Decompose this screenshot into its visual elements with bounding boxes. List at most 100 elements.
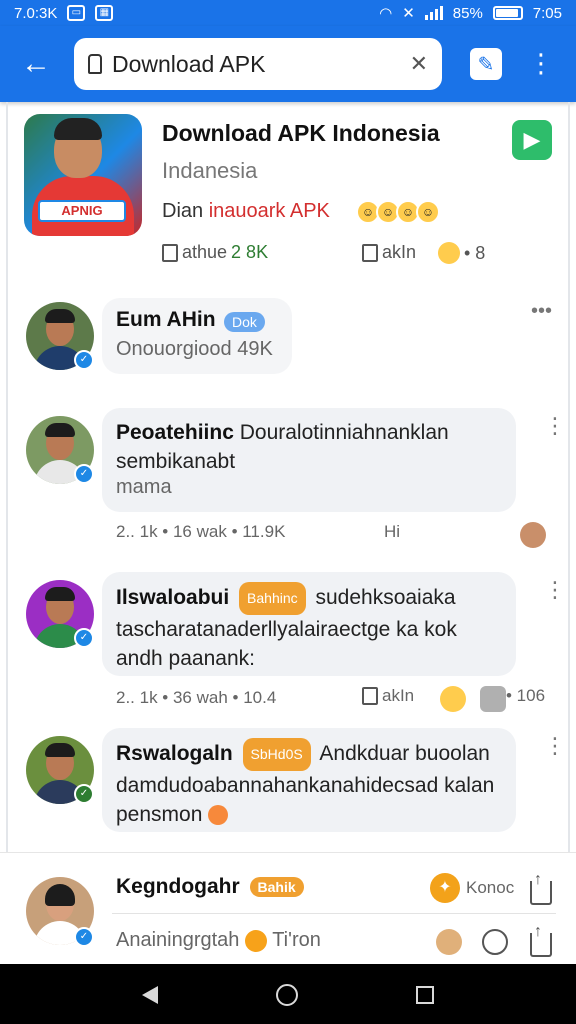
comment-meta-mid: Hi [384, 522, 401, 541]
stats-row: athue 2 8K akIn • 8 [162, 242, 552, 272]
status-left-text: 7.0:3K [14, 4, 58, 22]
comment-bubble[interactable]: Rswalogaln SbHd0S Andkduar buoolan damdu… [102, 728, 516, 832]
comment-bubble[interactable]: Eum AHin Dok Onouorgiood 49K [102, 298, 292, 374]
puzzle-icon[interactable] [482, 929, 508, 955]
back-arrow-icon[interactable]: ← [18, 48, 54, 84]
composer-name-row: Kegndogahr Bahik [116, 875, 308, 899]
verified-icon: ✓ [74, 628, 94, 648]
ask-icon [362, 687, 378, 705]
emoji-face-icon [245, 929, 267, 952]
comment-badge: Bahhinc [239, 582, 306, 615]
nav-recents-icon[interactable] [416, 986, 434, 1004]
comment-author[interactable]: Peoatehiinc [116, 421, 234, 444]
comment-text-extra: mama [116, 476, 172, 498]
status-left: 7.0:3K ▭ ▦ [14, 4, 114, 22]
more-vert-icon[interactable]: ⋮ [544, 735, 566, 757]
app-title: Download APK Indonesia [162, 120, 440, 146]
share-icon[interactable] [530, 871, 552, 905]
sticker-icon[interactable] [436, 929, 462, 955]
reaction-emojis[interactable]: ☺ ☺ ☺ ☺ [356, 200, 440, 224]
extra-stat[interactable]: • 8 [438, 242, 485, 264]
app-header: APNIG Download APK Indonesia Indanesia D… [0, 102, 576, 282]
comment-author[interactable]: Eum AHin [116, 308, 216, 331]
status-bar: 7.0:3K ▭ ▦ ◠ ✕ 85% 7:05 [0, 0, 576, 26]
more-vert-icon[interactable]: ⋮ [544, 415, 566, 437]
more-vert-icon[interactable]: ⋮ [528, 46, 554, 82]
search-box[interactable]: Download APK ✕ [74, 38, 442, 90]
app-icon[interactable]: APNIG [24, 114, 142, 236]
avatar-hair [45, 587, 75, 601]
composer-input[interactable]: Anainingrgtah Ti'ron [116, 929, 321, 952]
developer-name: inauoark APK [208, 200, 330, 222]
app-subtitle: Indanesia [162, 158, 258, 183]
app-icon-label: APNIG [38, 200, 126, 222]
comment-text: sembikanabt [116, 450, 236, 473]
divider [112, 913, 556, 914]
avatar-hair [45, 309, 75, 323]
comment-ask-label: akIn [382, 686, 415, 705]
like-button[interactable]: ✦ Konoc [430, 873, 514, 903]
emoji-face-icon [208, 805, 229, 826]
comment-author[interactable]: Ilswaloabui [116, 586, 229, 609]
comment-text-inline: sudehksoaiaka [315, 586, 456, 610]
comment-text-inline: Andkduar buoolan [319, 742, 490, 766]
app-developer[interactable]: Dian inauoark APK [162, 200, 330, 223]
comment-badge: SbHd0S [242, 738, 311, 771]
comment-meta: 2.. 1k • 36 wah • 10.4 [116, 688, 277, 707]
share-icon [162, 243, 178, 262]
clear-icon[interactable]: ✕ [410, 51, 428, 77]
comment-text: damdudoabannahankanahidecsad kalan [116, 774, 495, 797]
status-right: ◠ ✕ 85% 7:05 [379, 4, 562, 23]
clock: 7:05 [532, 4, 562, 22]
battery-icon [492, 6, 523, 20]
comment-item: ✓ Peoatehiinc Douraloti­nniahnanklan sem… [0, 408, 576, 558]
ask-stat-label: akIn [382, 242, 417, 262]
ask-stat[interactable]: akIn [362, 242, 416, 263]
comment-bubble[interactable]: Peoatehiinc Douraloti­nniahnanklan sembi… [102, 408, 516, 512]
composer-badge: Bahik [249, 877, 304, 898]
nav-home-icon[interactable] [276, 984, 298, 1006]
reactor-avatar-icon[interactable] [520, 522, 546, 548]
more-horiz-icon[interactable]: ••• [531, 300, 552, 323]
upload-icon[interactable] [530, 923, 552, 957]
like-label: Konoc [466, 878, 515, 897]
avatar-hair [45, 743, 75, 757]
play-store-icon[interactable]: ▶ [512, 120, 552, 160]
comment-ask[interactable]: akIn [362, 686, 414, 706]
verified-icon: ✓ [74, 784, 94, 804]
nav-back-icon[interactable] [142, 986, 158, 1004]
comment-bubble[interactable]: Ilswaloabui Bahhinc sudehksoaiaka tascha… [102, 572, 516, 676]
emoji-face-icon[interactable] [440, 686, 466, 712]
verified-icon: ✓ [74, 927, 94, 947]
reaction-icon: ✦ [430, 873, 460, 903]
comment-badge: Dok [224, 311, 265, 332]
comment-meta-right: • 106 [506, 686, 546, 705]
comment-text: Onouorgiood 49K [116, 338, 273, 360]
share-stat-label: athue [182, 242, 228, 262]
composer-name[interactable]: Kegndogahr [116, 875, 240, 898]
emoji-face-icon [438, 242, 460, 264]
battery-percent: 85% [452, 4, 483, 22]
avatar-hair [45, 423, 75, 437]
comment-text-extra: pensmon [116, 803, 203, 826]
share-stat[interactable]: athue 2 8K [162, 242, 268, 263]
document-icon [88, 54, 102, 74]
composer-placeholder: Anainingrgtah [116, 929, 240, 951]
wifi-icon: ◠ [379, 5, 393, 22]
verified-icon: ✓ [74, 464, 94, 484]
app-bar: ← Download APK ✕ ✎ ⋮ [0, 26, 576, 102]
search-query[interactable]: Download APK [112, 51, 400, 78]
signal-icon [424, 6, 443, 20]
mute-icon: ✕ [402, 5, 415, 22]
edit-icon[interactable]: ✎ [470, 48, 502, 80]
more-vert-icon[interactable]: ⋮ [544, 579, 566, 601]
comment-item: ✓ Ilswaloabui Bahhinc sudehksoaiaka tasc… [0, 572, 576, 722]
emoji-face-icon: ☺ [416, 200, 440, 224]
photo-notification-icon: ▭ [67, 5, 86, 21]
comment-meta: 2.. 1k • 16 wak • 11.9K [116, 522, 286, 541]
comment-author[interactable]: Rswalogaln [116, 742, 233, 765]
content-area: APNIG Download APK Indonesia Indanesia D… [0, 102, 576, 852]
avatar-hair [45, 884, 75, 906]
like-icon[interactable] [480, 686, 506, 712]
composer: ✓ Kegndogahr Bahik ✦ Konoc Anainingrgtah… [0, 852, 576, 964]
